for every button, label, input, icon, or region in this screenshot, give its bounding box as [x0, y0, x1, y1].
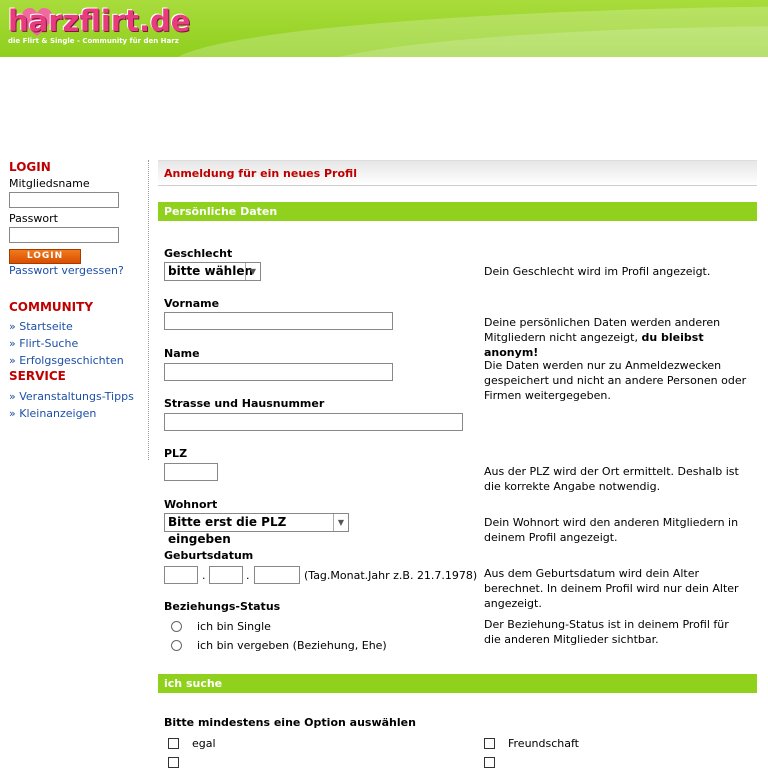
relationship-description: Der Beziehung-Status ist in deinem Profi…	[484, 618, 729, 646]
nav-link-erfolgsgeschichten[interactable]: » Erfolgsgeschichten	[9, 352, 145, 369]
checkbox-option[interactable]	[168, 757, 179, 768]
city-select[interactable]: Bitte erst die PLZ eingeben ▼	[164, 513, 349, 546]
sidebar: LOGIN Mitgliedsname Passwort LOGIN Passw…	[9, 160, 145, 422]
date-separator: .	[246, 569, 250, 582]
birthdate-description: Aus dem Geburtsdatum wird dein Alter ber…	[484, 567, 739, 610]
password-input[interactable]	[9, 227, 119, 243]
section-personal-title: Persönliche Daten	[164, 205, 278, 218]
gender-select[interactable]: bitte wählen ▼	[164, 262, 261, 281]
plz-input[interactable]	[164, 463, 218, 481]
nav-link-kleinanzeigen[interactable]: » Kleinanzeigen	[9, 405, 145, 422]
gender-description: Dein Geschlecht wird im Profil angezeigt…	[484, 265, 711, 278]
sidebar-divider	[148, 160, 149, 460]
login-title: LOGIN	[9, 160, 51, 174]
checkbox-freundschaft[interactable]	[484, 738, 495, 749]
checkbox-freundschaft-label[interactable]: Freundschaft	[508, 737, 579, 750]
nav-link-veranstaltungs-tipps[interactable]: » Veranstaltungs-Tipps	[9, 388, 145, 405]
checkbox-egal-label[interactable]: egal	[192, 737, 216, 750]
search-prompt: Bitte mindestens eine Option auswählen	[164, 716, 416, 729]
birth-year-input[interactable]	[254, 566, 300, 584]
date-separator: .	[202, 569, 206, 582]
city-description: Dein Wohnort wird den anderen Mitglieder…	[484, 516, 739, 544]
lastname-label: Name	[164, 347, 200, 360]
radio-single[interactable]	[171, 621, 182, 632]
street-label: Strasse und Hausnummer	[164, 397, 325, 410]
chevron-down-icon: ▼	[245, 263, 260, 280]
relationship-label: Beziehungs-Status	[164, 600, 281, 613]
section-search-title: ich suche	[164, 677, 223, 690]
birthdate-format-hint: (Tag.Monat.Jahr z.B. 21.7.1978)	[304, 569, 478, 582]
radio-taken[interactable]	[171, 640, 182, 651]
page-heading: Anmeldung für ein neues Profil	[164, 167, 357, 180]
plz-label: PLZ	[164, 447, 188, 460]
section-search: ich suche	[158, 674, 757, 693]
nav-link-startseite[interactable]: » Startseite	[9, 318, 145, 335]
checkbox-egal[interactable]	[168, 738, 179, 749]
gender-label: Geschlecht	[164, 247, 233, 260]
site-header: harzflirt.de die Flirt & Single - Commun…	[0, 0, 768, 57]
forgot-password-link[interactable]: Passwort vergessen?	[9, 264, 145, 277]
firstname-label: Vorname	[164, 297, 220, 310]
login-button[interactable]: LOGIN	[9, 249, 81, 264]
section-personal-data: Persönliche Daten	[158, 202, 757, 221]
birth-month-input[interactable]	[209, 566, 243, 584]
page-heading-bar: Anmeldung für ein neues Profil	[158, 160, 757, 186]
radio-taken-label[interactable]: ich bin vergeben (Beziehung, Ehe)	[197, 639, 387, 652]
data-usage-description: Die Daten werden nur zu Anmeldezwecken g…	[484, 359, 747, 402]
plz-description: Aus der PLZ wird der Ort ermittelt. Desh…	[484, 465, 739, 493]
street-input[interactable]	[164, 413, 463, 431]
lastname-input[interactable]	[164, 363, 393, 381]
firstname-input[interactable]	[164, 312, 393, 330]
nav-link-flirt-suche[interactable]: » Flirt-Suche	[9, 335, 145, 352]
checkbox-option[interactable]	[484, 757, 495, 768]
password-label: Passwort	[9, 212, 58, 225]
logo-wordmark: harzflirt.de	[8, 4, 191, 38]
member-name-input[interactable]	[9, 192, 119, 208]
city-select-value: Bitte erst die PLZ eingeben	[168, 515, 287, 546]
community-title: COMMUNITY	[9, 300, 94, 314]
gender-select-value: bitte wählen	[168, 264, 254, 278]
city-label: Wohnort	[164, 498, 218, 511]
radio-single-label[interactable]: ich bin Single	[197, 620, 271, 633]
privacy-description: Deine persönlichen Daten werden anderen …	[484, 315, 759, 360]
logo-tagline: die Flirt & Single - Community für den H…	[8, 37, 179, 45]
birthdate-label: Geburtsdatum	[164, 549, 254, 562]
service-title: SERVICE	[9, 369, 66, 383]
chevron-down-icon: ▼	[333, 514, 348, 531]
birth-day-input[interactable]	[164, 566, 198, 584]
member-name-label: Mitgliedsname	[9, 177, 90, 190]
